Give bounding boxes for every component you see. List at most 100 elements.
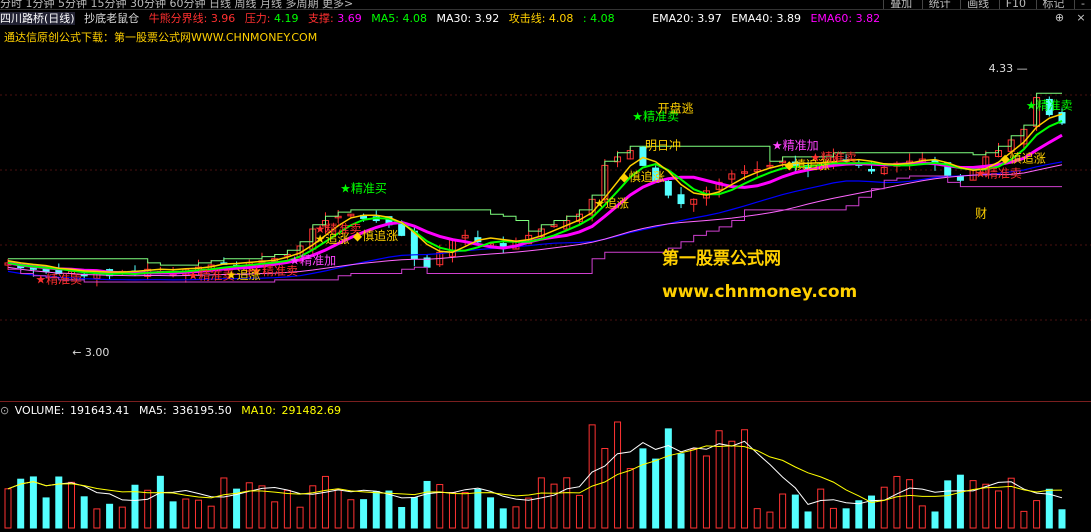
volume-info-row: ⊙ VOLUME: 191643.41 MA5: 336195.50 MA10:… [0, 404, 347, 418]
volume-bar [512, 506, 520, 529]
volume-bar [182, 498, 190, 529]
volume-bar [842, 508, 850, 529]
volume-bar [1033, 500, 1041, 529]
vol-ma5-value: 336195.50 [172, 404, 232, 417]
volume-bar [42, 497, 50, 529]
signal-label: ★精准卖 [975, 167, 1022, 181]
volume-bar [144, 489, 152, 529]
volume-bar [423, 480, 431, 529]
volume-bar [321, 475, 329, 529]
volume-bar [474, 488, 482, 529]
ema-line [7, 161, 1063, 281]
volume-bar [575, 494, 583, 529]
low-price-label: ← 3.00 [72, 346, 109, 359]
signal-label: 开盘逃 [658, 100, 694, 115]
signal-label: ◆慎追涨 [1001, 151, 1046, 166]
volume-bar [677, 453, 685, 529]
volume-bar [334, 488, 342, 529]
volume-bar [715, 430, 723, 529]
volume-bar [1058, 509, 1066, 529]
volume-value: 191643.41 [70, 404, 130, 417]
volume-ma10-line [7, 445, 1063, 504]
volume-bar [487, 497, 495, 529]
volume-bar [702, 455, 710, 529]
volume-bar [207, 505, 215, 529]
volume-ma5-line [7, 440, 1063, 505]
candle-body [499, 243, 507, 247]
watermark-url: www.chnmoney.com [662, 282, 857, 302]
signal-label: ★精准加 [772, 138, 819, 152]
volume-bar [664, 428, 672, 529]
volume-bar [17, 478, 25, 529]
volume-bar [106, 503, 114, 529]
signal-label: ★追涨 [315, 231, 350, 246]
volume-bar [410, 497, 418, 529]
attack-line [7, 133, 1063, 275]
support-line [8, 175, 1062, 283]
signal-label: ◆慎追涨 [353, 228, 398, 243]
volume-label: VOLUME: [14, 404, 65, 417]
candle-body [868, 168, 876, 172]
volume-bar [245, 482, 253, 529]
trend-line [7, 113, 1063, 273]
volume-bar [93, 508, 101, 529]
volume-bar [563, 477, 571, 529]
volume-bar [829, 507, 837, 529]
volume-bar [118, 506, 126, 529]
volume-bar [728, 440, 736, 529]
watermark-cn: 第一股票公式网 [662, 248, 781, 269]
volume-bar [944, 480, 952, 529]
volume-bar [537, 477, 545, 529]
volume-bar [347, 499, 355, 529]
volume-bar [880, 486, 888, 529]
volume-bar [220, 477, 228, 529]
volume-bar [779, 493, 787, 529]
volume-bar [499, 508, 507, 529]
signal-label: ★精准卖 [1026, 98, 1073, 112]
candle-body [664, 181, 672, 196]
signal-label: ★追涨 [594, 195, 629, 210]
signal-label: ★精准加 [289, 253, 336, 267]
volume-bar [766, 511, 774, 529]
volume-bar [4, 488, 12, 529]
volume-bar [753, 508, 761, 529]
volume-bar [550, 483, 558, 529]
volume-bar [169, 501, 177, 529]
volume-bar [639, 448, 647, 529]
volume-bar [906, 479, 914, 529]
vol-ma10-label: MA10: [241, 404, 276, 417]
volume-bar [448, 492, 456, 529]
volume-bar [855, 500, 863, 529]
volume-bar [956, 474, 964, 529]
volume-bar [385, 490, 393, 529]
volume-bar [791, 494, 799, 529]
signal-label: ◆慎追涨 [785, 157, 830, 172]
volume-bar [804, 511, 812, 529]
vol-ma10-value: 291482.69 [281, 404, 341, 417]
volume-collapse-icon[interactable]: ⊙ [0, 404, 9, 417]
volume-bar [817, 488, 825, 529]
signal-label: ★追涨 [226, 267, 261, 282]
volume-bar [652, 458, 660, 529]
volume-bar [360, 499, 368, 529]
volume-bar [283, 489, 291, 529]
volume-bar [80, 496, 88, 529]
volume-bar [271, 501, 279, 529]
volume-bar [931, 511, 939, 529]
volume-bar [29, 476, 37, 529]
volume-bar [296, 506, 304, 529]
volume-bar [372, 490, 380, 529]
vol-ma5-label: MA5: [139, 404, 167, 417]
volume-bar [398, 507, 406, 529]
signal-label: ★精准卖 [35, 272, 82, 286]
volume-bar [969, 480, 977, 529]
high-price-label: 4.33 — [989, 62, 1028, 75]
price-chart: 4.33 —← 3.00★精准卖 ★精准卖 ★精准卖★精准卖★精准卖★精准卖★精准卖… [0, 62, 1091, 529]
volume-bar [982, 483, 990, 529]
volume-bar [601, 448, 609, 529]
signal-label: ◆慎追涨 [620, 169, 665, 184]
signal-label: ★精准买 [340, 181, 387, 195]
volume-bar [258, 485, 266, 529]
volume-bar [156, 475, 164, 529]
volume-bar [461, 492, 469, 529]
